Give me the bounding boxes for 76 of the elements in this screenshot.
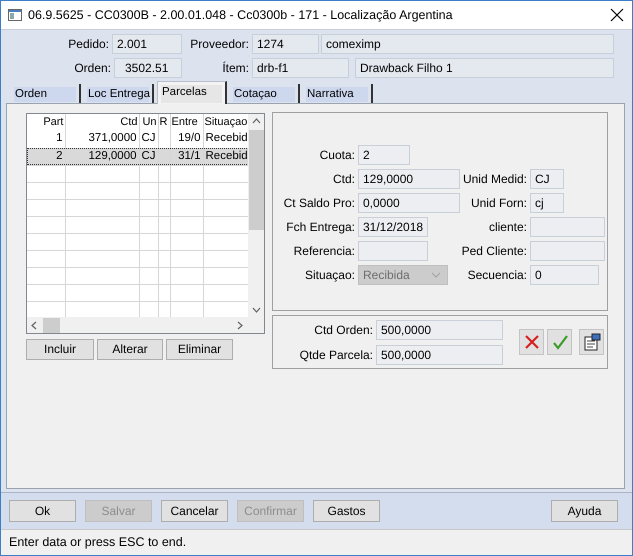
text-field[interactable]: 500,0000 (376, 345, 503, 365)
column-header[interactable]: Ctd (65, 114, 139, 131)
tab[interactable]: Loc Entrega (84, 84, 154, 103)
tab[interactable]: Narrativa (303, 84, 373, 103)
text-field[interactable]: 129,0000 (358, 169, 460, 189)
field-label: Fch Entrega: (285, 220, 356, 234)
dialog-button[interactable]: Cancelar (161, 500, 228, 522)
text-field[interactable]: 0 (530, 265, 599, 285)
column-header[interactable]: R (158, 114, 170, 131)
field-label: Cuota: (318, 148, 356, 162)
close-icon[interactable] (610, 8, 624, 22)
field-label: Unid Medid: (462, 172, 528, 186)
field-label: Referencia: (292, 244, 356, 258)
dialog-button[interactable]: Ayuda (551, 500, 618, 522)
action-button[interactable]: Alterar (97, 339, 163, 360)
text-field[interactable]: comeximp (321, 34, 614, 54)
field-label: Ped Cliente: (460, 244, 528, 258)
column-header[interactable]: Un (139, 114, 158, 131)
text-field[interactable] (358, 241, 428, 261)
table-cell: 129,0000 (65, 148, 139, 165)
field-label: Secuencia: (466, 268, 528, 282)
field-label: Pedido: (67, 36, 110, 52)
column-header[interactable]: Entre (170, 114, 203, 131)
field-label: Qtde Parcela: (298, 348, 374, 362)
text-field[interactable]: 0,0000 (358, 193, 460, 213)
cancel-icon (522, 333, 540, 351)
field-label: Ctd: (332, 172, 356, 186)
tab[interactable]: Orden (11, 84, 81, 103)
status-text: Enter data or press ESC to end. (9, 535, 186, 550)
text-field[interactable]: 1274 (252, 34, 319, 54)
text-field[interactable] (530, 217, 605, 237)
table-cell: Recebid (203, 148, 248, 165)
properties-icon (582, 333, 600, 351)
field-label: Ct Saldo Pro: (282, 196, 356, 210)
app-icon (8, 9, 22, 21)
field-label: Ítem: (221, 60, 250, 76)
confirm-button[interactable] (547, 329, 572, 355)
table-cell: 2 (27, 148, 65, 165)
field-label: Proveedor: (189, 36, 250, 52)
window-title: 06.9.5625 - CC0300B - 2.00.01.048 - Cc0300b - 171 - Localização Argentina (28, 8, 453, 22)
vertical-scrollbar[interactable] (248, 114, 264, 317)
tab[interactable]: Parcelas (157, 81, 227, 104)
table-cell: 31/1 (170, 148, 203, 165)
column-header[interactable]: Part (27, 114, 65, 131)
text-field[interactable]: 31/12/2018 (358, 217, 428, 237)
cancel-button[interactable] (519, 329, 544, 355)
text-field[interactable]: drb-f1 (252, 58, 349, 78)
text-field[interactable]: CJ (530, 169, 564, 189)
field-label: Unid Forn: (470, 196, 528, 210)
table-cell: 371,0000 (65, 131, 139, 148)
action-button[interactable]: Eliminar (166, 339, 233, 360)
text-field[interactable]: 2 (358, 145, 410, 165)
table-cell: CJ (139, 148, 158, 165)
field-label: Orden: (73, 60, 112, 76)
field-label: cliente: (488, 220, 528, 234)
properties-button[interactable] (579, 329, 604, 355)
text-field[interactable]: 3502.51 (114, 58, 182, 78)
table-cell: 19/0 (170, 131, 203, 148)
text-field[interactable]: 2.001 (112, 34, 182, 54)
horizontal-scrollbar[interactable] (27, 317, 264, 333)
scroll-thumb[interactable] (43, 318, 60, 332)
check-icon (550, 333, 568, 351)
field-label: Ctd Orden: (313, 322, 374, 338)
table-cell: CJ (139, 131, 158, 148)
chevron-down-icon (431, 272, 441, 278)
text-field[interactable] (530, 241, 605, 261)
dialog-button[interactable]: Ok (9, 500, 76, 522)
text-field[interactable]: cj (530, 193, 564, 213)
text-field[interactable]: Drawback Filho 1 (355, 58, 614, 78)
table-cell: 1 (27, 131, 65, 148)
text-field[interactable]: 500,0000 (376, 320, 503, 340)
scroll-thumb[interactable] (248, 130, 264, 230)
action-button[interactable]: Incluir (26, 339, 94, 360)
dialog-button[interactable]: Gastos (313, 500, 380, 522)
tab[interactable]: Cotaçao (230, 84, 300, 103)
field-label: Situaçao: (304, 268, 356, 282)
